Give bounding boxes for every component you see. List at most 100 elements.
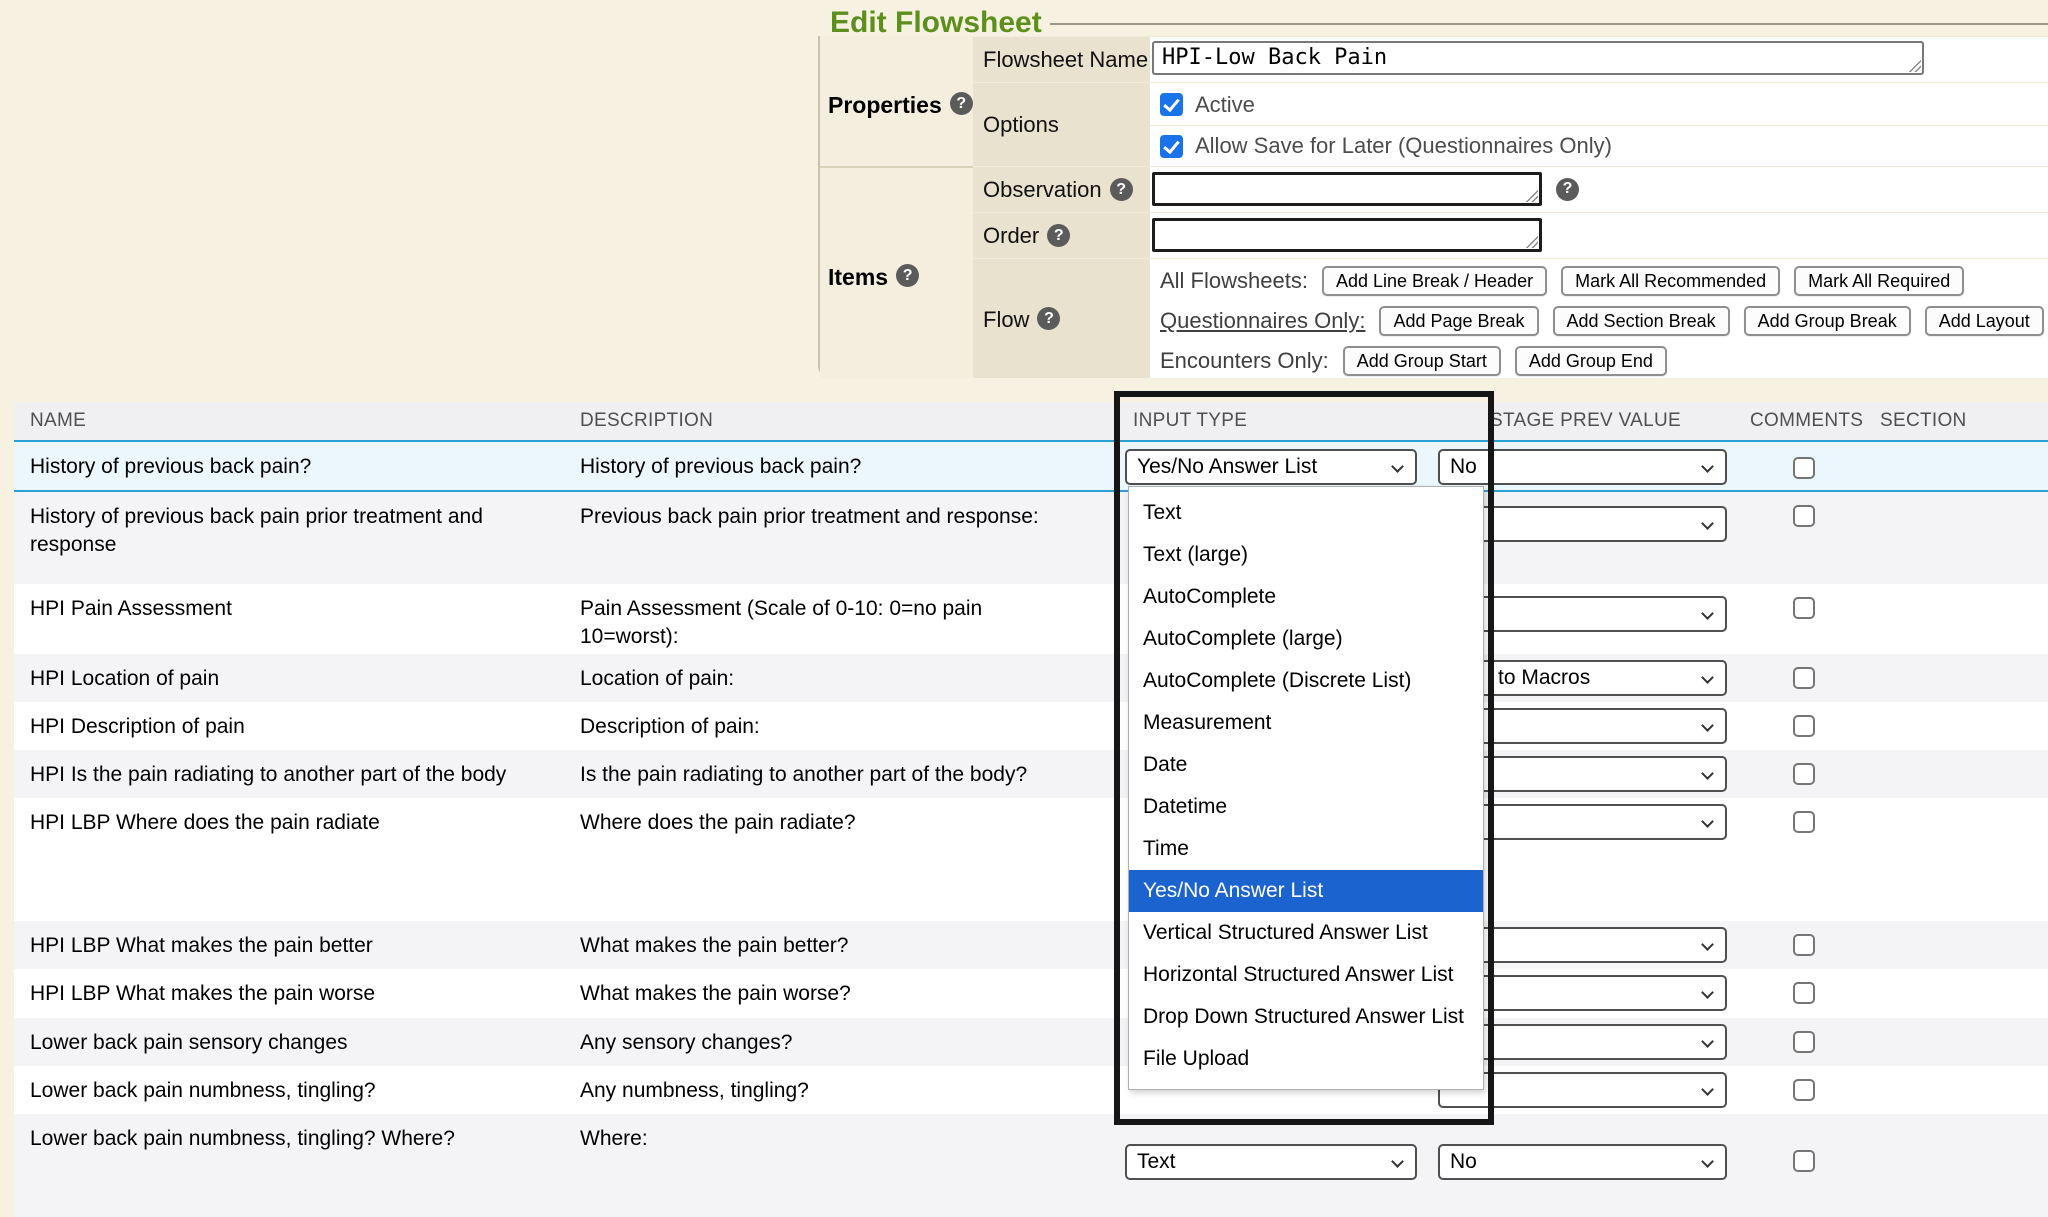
table-row[interactable]: Lower back pain sensory changes Any senso… bbox=[14, 1018, 2048, 1066]
page-title: Edit Flowsheet bbox=[818, 6, 1050, 40]
item-name: Lower back pain sensory changes bbox=[30, 1018, 535, 1057]
flowsheet-name-input[interactable]: HPI-Low Back Pain bbox=[1152, 41, 1924, 75]
stage-prev-value-select[interactable]: No bbox=[1438, 1144, 1727, 1180]
dropdown-option[interactable]: Yes/No Answer List bbox=[1129, 870, 1483, 912]
item-description: Previous back pain prior treatment and r… bbox=[580, 492, 1080, 531]
add-group-start-button[interactable]: Add Group Start bbox=[1343, 346, 1501, 376]
help-icon[interactable]: ? bbox=[896, 264, 919, 287]
dropdown-option[interactable]: AutoComplete (large) bbox=[1129, 618, 1483, 660]
options-label: Options bbox=[983, 112, 1059, 138]
comments-checkbox[interactable] bbox=[1793, 934, 1815, 956]
table-row[interactable]: HPI Pain AssessmentPain Assessment (Scal… bbox=[14, 584, 2048, 654]
add-section-break-button[interactable]: Add Section Break bbox=[1553, 306, 1730, 336]
order-input[interactable] bbox=[1152, 218, 1542, 252]
dropdown-option[interactable]: Drop Down Structured Answer List bbox=[1129, 996, 1483, 1038]
item-description: What makes the pain better? bbox=[580, 921, 1080, 960]
comments-checkbox[interactable] bbox=[1793, 982, 1815, 1004]
table-row[interactable]: HPI Is the pain radiating to another par… bbox=[14, 750, 2048, 798]
item-name: History of previous back pain prior trea… bbox=[30, 492, 535, 559]
comments-checkbox[interactable] bbox=[1793, 1031, 1815, 1053]
dropdown-option[interactable]: Vertical Structured Answer List bbox=[1129, 912, 1483, 954]
input-type-select[interactable]: Yes/No Answer List bbox=[1125, 449, 1417, 485]
option-line: Allow Save for Later (Questionnaires Onl… bbox=[1150, 125, 2048, 166]
help-icon[interactable]: ? bbox=[1037, 307, 1060, 330]
chevron-down-icon bbox=[1391, 460, 1404, 473]
dropdown-option[interactable]: Text bbox=[1129, 492, 1483, 534]
dropdown-option[interactable]: Time bbox=[1129, 828, 1483, 870]
table-row[interactable]: HPI LBP What makes the pain worseWhat ma… bbox=[14, 969, 2048, 1018]
table-row[interactable]: History of previous back pain?History of… bbox=[14, 440, 2048, 492]
comments-checkbox[interactable] bbox=[1793, 667, 1815, 689]
checkbox-checked[interactable] bbox=[1160, 93, 1183, 116]
flow-label: Flow bbox=[983, 307, 1029, 333]
flow-group-label: Questionnaires Only: bbox=[1160, 308, 1365, 334]
chevron-down-icon bbox=[1701, 1155, 1714, 1168]
items-table: NAMEDESCRIPTIONINPUT TYPESTAGE PREV VALU… bbox=[14, 402, 2048, 1217]
table-row[interactable]: HPI Description of painDescription of pa… bbox=[14, 702, 2048, 750]
flow-group: Encounters Only:Add Group StartAdd Group… bbox=[1150, 341, 2048, 381]
comments-checkbox[interactable] bbox=[1793, 457, 1815, 479]
add-layout-button[interactable]: Add Layout bbox=[1925, 306, 2044, 336]
flowsheet-name-label-cell: Flowsheet Name bbox=[973, 36, 1150, 82]
comments-checkbox[interactable] bbox=[1793, 1150, 1815, 1172]
add-group-break-button[interactable]: Add Group Break bbox=[1744, 306, 1911, 336]
observation-input[interactable] bbox=[1152, 172, 1542, 206]
resize-grip-icon[interactable] bbox=[1908, 59, 1921, 72]
chevron-down-icon bbox=[1701, 1035, 1714, 1048]
column-header-name: NAME bbox=[30, 402, 86, 440]
properties-label: Properties bbox=[828, 92, 942, 119]
chevron-down-icon bbox=[1701, 719, 1714, 732]
table-row[interactable]: Lower back pain numbness, tingling?Any n… bbox=[14, 1066, 2048, 1114]
item-description: Where does the pain radiate? bbox=[580, 798, 1080, 837]
dropdown-option[interactable]: Datetime bbox=[1129, 786, 1483, 828]
properties-section-label: Properties ? bbox=[820, 36, 973, 166]
table-body: History of previous back pain? History of… bbox=[14, 440, 2048, 1217]
flow-label-cell: Flow ? bbox=[973, 258, 1150, 378]
add-group-end-button[interactable]: Add Group End bbox=[1515, 346, 1667, 376]
comments-checkbox[interactable] bbox=[1793, 505, 1815, 527]
stage-prev-value-select[interactable]: No bbox=[1438, 449, 1727, 485]
chevron-down-icon bbox=[1701, 1083, 1714, 1096]
column-header-section: SECTION bbox=[1880, 402, 1967, 440]
item-description: Any numbness, tingling? bbox=[580, 1066, 1080, 1105]
dropdown-option[interactable]: Measurement bbox=[1129, 702, 1483, 744]
comments-checkbox[interactable] bbox=[1793, 811, 1815, 833]
chevron-down-icon bbox=[1701, 460, 1714, 473]
table-row[interactable]: Lower back pain numbness, tingling? Wher… bbox=[14, 1114, 2048, 1217]
input-type-dropdown-list: TextText (large)AutoCompleteAutoComplete… bbox=[1128, 486, 1484, 1090]
dropdown-option[interactable]: Text (large) bbox=[1129, 534, 1483, 576]
help-icon[interactable]: ? bbox=[1556, 178, 1579, 201]
help-icon[interactable]: ? bbox=[950, 92, 973, 115]
table-row[interactable]: HPI Location of painLocation of pain:to … bbox=[14, 654, 2048, 702]
dropdown-option[interactable]: Horizontal Structured Answer List bbox=[1129, 954, 1483, 996]
comments-checkbox[interactable] bbox=[1793, 1079, 1815, 1101]
help-icon[interactable]: ? bbox=[1110, 178, 1133, 201]
dropdown-option[interactable]: Date bbox=[1129, 744, 1483, 786]
legend-divider bbox=[1050, 23, 2048, 25]
resize-grip-icon[interactable] bbox=[1525, 189, 1538, 202]
table-row[interactable]: History of previous back pain prior trea… bbox=[14, 492, 2048, 584]
comments-checkbox[interactable] bbox=[1793, 715, 1815, 737]
mark-all-required-button[interactable]: Mark All Required bbox=[1794, 266, 1964, 296]
dropdown-option[interactable]: AutoComplete bbox=[1129, 576, 1483, 618]
dropdown-option[interactable]: File Upload bbox=[1129, 1038, 1483, 1080]
comments-checkbox[interactable] bbox=[1793, 597, 1815, 619]
item-description: History of previous back pain? bbox=[580, 442, 1080, 481]
mark-all-recommended-button[interactable]: Mark All Recommended bbox=[1561, 266, 1780, 296]
comments-checkbox[interactable] bbox=[1793, 763, 1815, 785]
item-description: Any sensory changes? bbox=[580, 1018, 1080, 1057]
dropdown-option[interactable]: AutoComplete (Discrete List) bbox=[1129, 660, 1483, 702]
chevron-down-icon bbox=[1701, 938, 1714, 951]
observation-label: Observation bbox=[983, 177, 1102, 203]
table-row[interactable]: HPI LBP Where does the pain radiateWhere… bbox=[14, 798, 2048, 921]
help-icon[interactable]: ? bbox=[1047, 224, 1070, 247]
add-line-break-header-button[interactable]: Add Line Break / Header bbox=[1322, 266, 1547, 296]
checkbox-checked[interactable] bbox=[1160, 135, 1183, 158]
item-description: Pain Assessment (Scale of 0-10: 0=no pai… bbox=[580, 584, 1080, 651]
table-row[interactable]: HPI LBP What makes the pain betterWhat m… bbox=[14, 921, 2048, 969]
flowsheet-name-value-cell: HPI-Low Back Pain bbox=[1150, 36, 2048, 82]
input-type-select[interactable]: Text bbox=[1125, 1144, 1417, 1180]
add-page-break-button[interactable]: Add Page Break bbox=[1379, 306, 1538, 336]
resize-grip-icon[interactable] bbox=[1525, 235, 1538, 248]
items-label: Items bbox=[828, 264, 888, 291]
